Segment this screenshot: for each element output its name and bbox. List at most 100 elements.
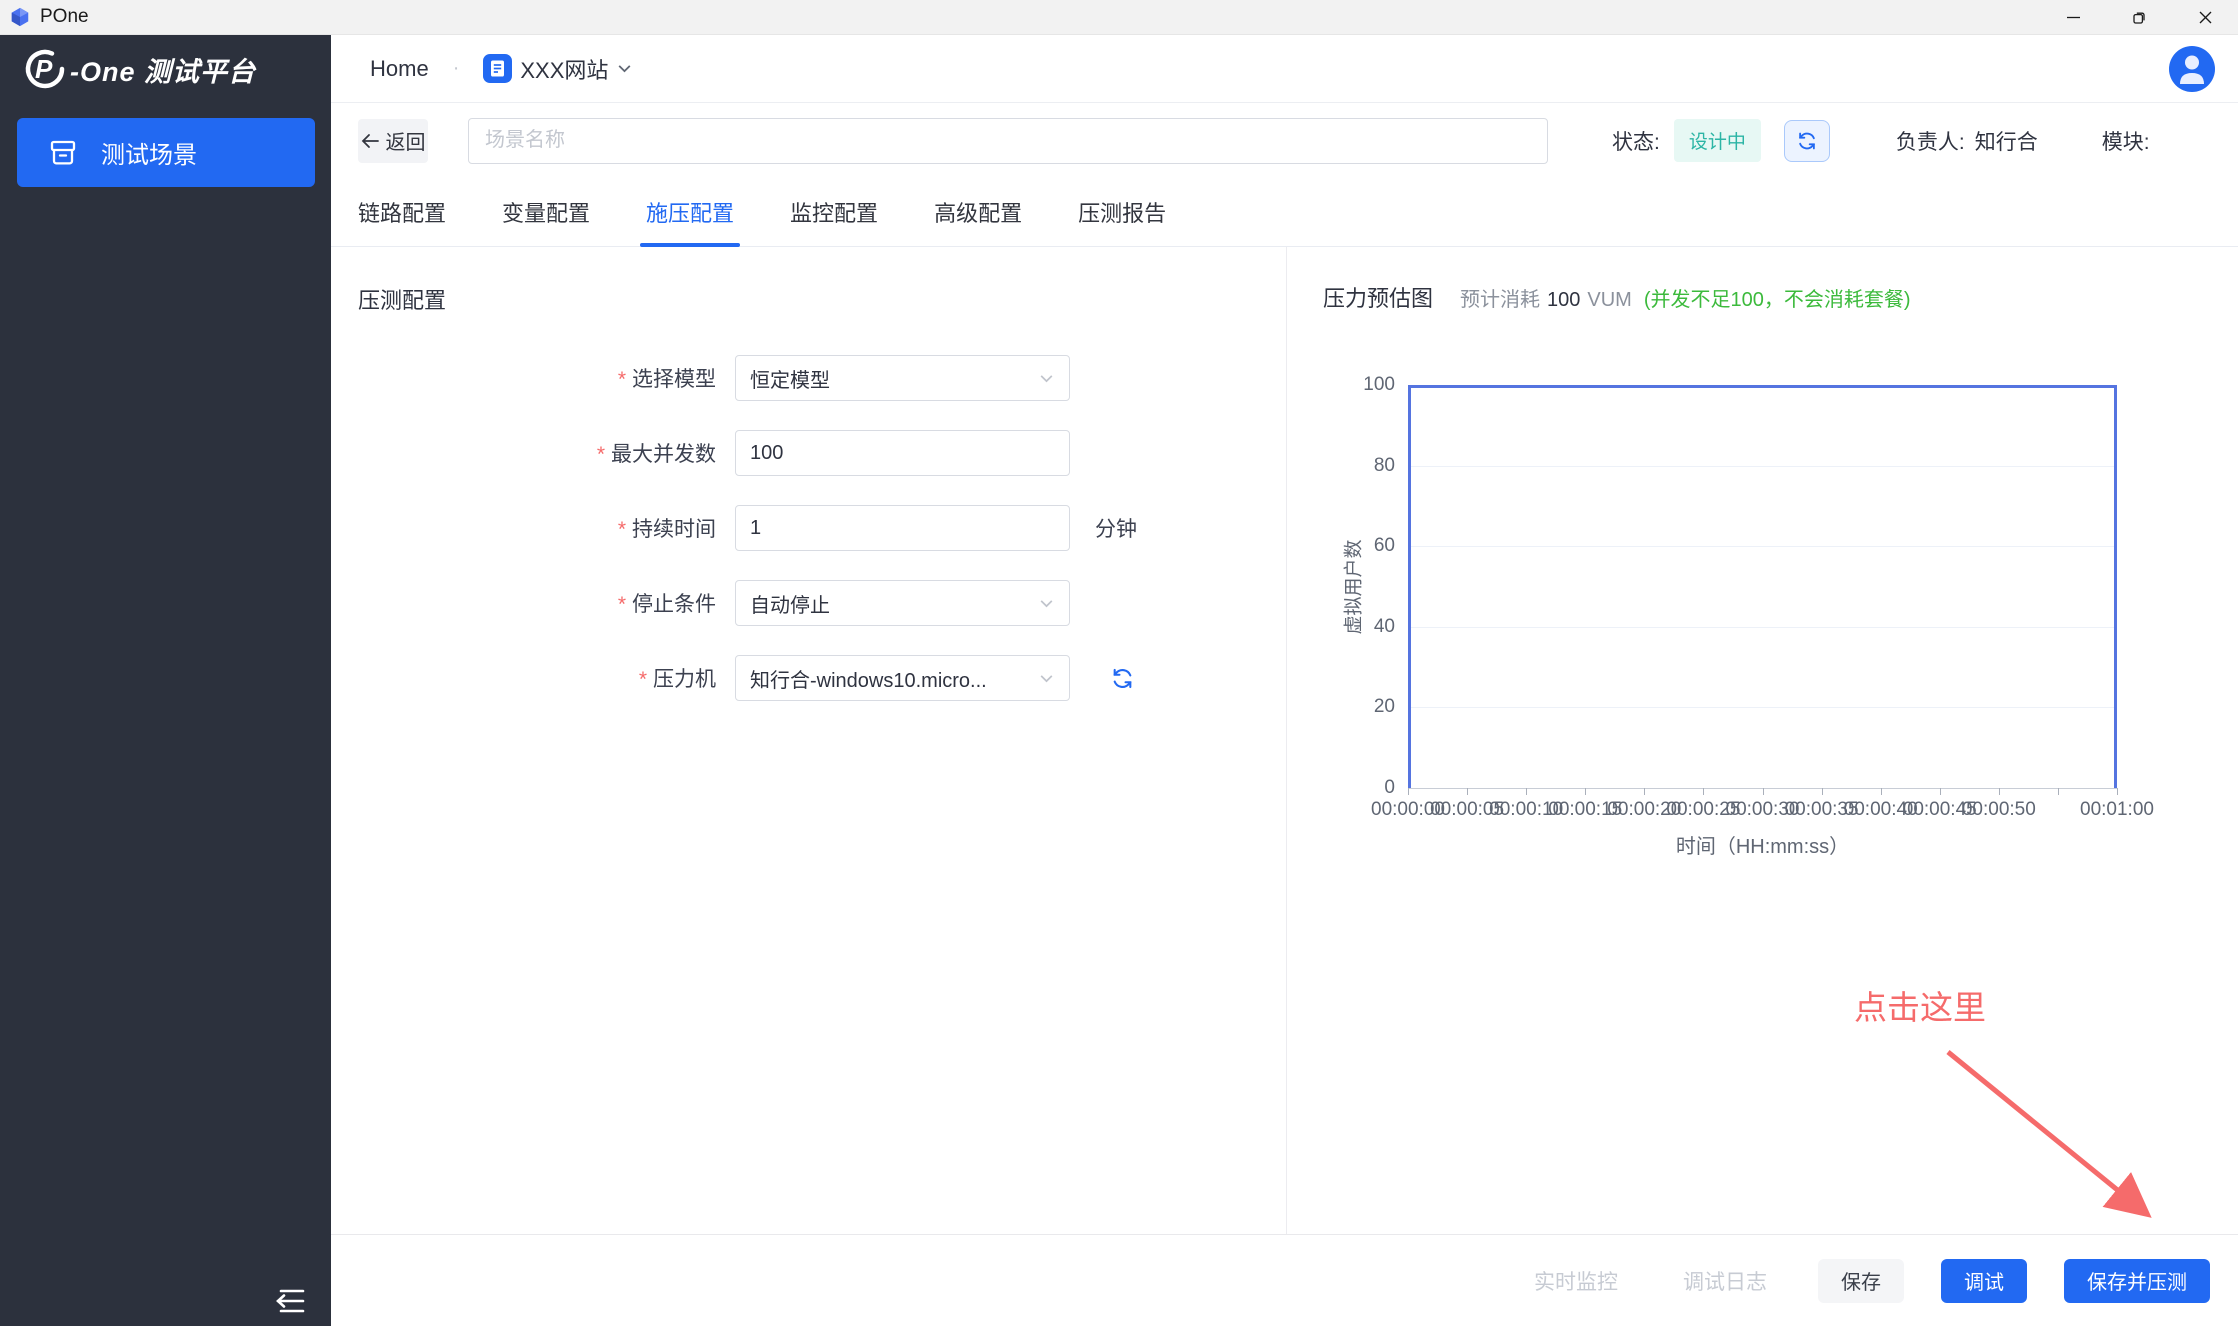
sidebar: P -One 测试平台 测试场景 xyxy=(0,35,331,1326)
breadcrumb-home[interactable]: Home xyxy=(370,56,429,82)
duration-input[interactable] xyxy=(735,505,1070,551)
tab-advanced-config[interactable]: 高级配置 xyxy=(934,178,1022,246)
x-tick-mark xyxy=(1940,788,1941,795)
x-tick-label: 00:01:00 xyxy=(2080,799,2154,821)
required-asterisk: * xyxy=(618,518,626,541)
refresh-icon xyxy=(1796,130,1818,152)
form-row-stop-condition: *停止条件自动停止 xyxy=(358,580,1286,626)
user-avatar[interactable] xyxy=(2169,46,2215,92)
save-and-pressure-test-button[interactable]: 保存并压测 xyxy=(2064,1259,2210,1303)
sidebar-item-test-scenario[interactable]: 测试场景 xyxy=(17,118,315,187)
pressure-config-panel: 压测配置 *选择模型恒定模型 *最大并发数 *持续时间分钟 *停止条件自动停止 *压力机… xyxy=(331,247,1287,1234)
tab-monitor-config[interactable]: 监控配置 xyxy=(790,178,878,246)
x-tick-mark xyxy=(1763,788,1764,795)
breadcrumb-project[interactable]: XXX网站 xyxy=(483,53,633,85)
x-tick-mark xyxy=(1999,788,2000,795)
y-tick-label-60: 60 xyxy=(1374,535,1395,557)
x-tick-mark xyxy=(1703,788,1704,795)
estimate-value: 100 xyxy=(1547,289,1580,312)
logo-text: -One 测试平台 xyxy=(70,50,256,89)
debug-log-button[interactable]: 调试日志 xyxy=(1669,1259,1781,1303)
scene-name-input[interactable] xyxy=(468,118,1548,164)
estimate-unit: VUM xyxy=(1587,289,1631,312)
restore-button[interactable] xyxy=(2106,0,2172,34)
y-tick-label-40: 40 xyxy=(1374,616,1395,638)
form-row-model: *选择模型恒定模型 xyxy=(358,355,1286,401)
model-select[interactable]: 恒定模型 xyxy=(735,355,1070,401)
save-button[interactable]: 保存 xyxy=(1818,1259,1904,1303)
x-axis-title: 时间（HH:mm:ss） xyxy=(1408,830,2117,859)
load-generator-value: 知行合-windows10.micro... xyxy=(750,664,1038,693)
required-asterisk: * xyxy=(639,668,647,691)
x-tick-mark xyxy=(1822,788,1823,795)
scenario-doc-icon xyxy=(483,54,512,83)
debug-button[interactable]: 调试 xyxy=(1941,1259,2027,1303)
x-tick-mark xyxy=(1644,788,1645,795)
back-button[interactable]: 返回 xyxy=(358,119,428,163)
x-tick-mark xyxy=(1408,788,1409,795)
page-header: Home · XXX网站 xyxy=(331,35,2238,103)
load-generator-select[interactable]: 知行合-windows10.micro... xyxy=(735,655,1070,701)
owner-label: 负责人: xyxy=(1896,126,1965,156)
app-cube-icon xyxy=(9,6,31,28)
field-label-duration: *持续时间 xyxy=(358,513,716,543)
tab-variable-config[interactable]: 变量配置 xyxy=(502,178,590,246)
tabs: 链路配置变量配置施压配置监控配置高级配置压测报告 xyxy=(331,178,2238,247)
plot-area: 虚拟用户数 时间（HH:mm:ss） 02040608010000:00:000… xyxy=(1408,385,2117,789)
window-title: POne xyxy=(40,6,89,28)
tab-report[interactable]: 压测报告 xyxy=(1078,178,1166,246)
sidebar-item-label: 测试场景 xyxy=(101,135,197,170)
back-arrow-icon xyxy=(361,133,379,149)
logo-p-letter: P xyxy=(35,54,52,85)
x-tick-mark xyxy=(1881,788,1882,795)
back-button-label: 返回 xyxy=(386,126,426,155)
y-tick-label-0: 0 xyxy=(1384,777,1395,799)
minimize-button[interactable] xyxy=(2040,0,2106,34)
estimate-note: (并发不足100，不会消耗套餐) xyxy=(1644,283,1911,312)
y-axis-title: 虚拟用户数 xyxy=(1339,539,1366,634)
x-tick-mark xyxy=(1526,788,1527,795)
x-tick-mark xyxy=(2117,788,2118,795)
click-here-annotation: 点击这里 xyxy=(1854,981,1986,1029)
constant-load-series-line xyxy=(1408,385,2117,788)
app-logo: P -One 测试平台 xyxy=(0,35,331,103)
chevron-down-icon xyxy=(1038,595,1055,612)
tab-pressure-config[interactable]: 施压配置 xyxy=(646,178,734,246)
max-concurrency-input[interactable] xyxy=(735,430,1070,476)
chart-title: 压力预估图 xyxy=(1323,281,1433,313)
realtime-monitor-button[interactable]: 实时监控 xyxy=(1520,1259,1632,1303)
x-tick-label: 00:00:50 xyxy=(1962,799,2036,821)
field-label-stop-condition: *停止条件 xyxy=(358,588,716,618)
estimate-label: 预计消耗 xyxy=(1460,283,1540,312)
os-titlebar: POne xyxy=(0,0,2238,35)
stop-condition-select[interactable]: 自动停止 xyxy=(735,580,1070,626)
y-tick-label-80: 80 xyxy=(1374,455,1395,477)
form-row-duration: *持续时间分钟 xyxy=(358,505,1286,551)
field-label-max-concurrency: *最大并发数 xyxy=(358,438,716,468)
collapse-sidebar-icon[interactable] xyxy=(273,1286,307,1316)
section-title: 压测配置 xyxy=(358,283,1286,315)
status-label: 状态: xyxy=(1612,126,1660,156)
form-row-load-generator: *压力机知行合-windows10.micro... xyxy=(358,655,1286,701)
load-generator-refresh-icon[interactable] xyxy=(1110,666,1135,691)
window-controls xyxy=(2040,0,2238,34)
form-row-max-concurrency: *最大并发数 xyxy=(358,430,1286,476)
chevron-down-icon[interactable] xyxy=(616,60,633,77)
logo-p-icon: P xyxy=(22,46,68,92)
project-name: XXX网站 xyxy=(520,53,608,85)
x-tick-mark xyxy=(1467,788,1468,795)
owner-value: 知行合 xyxy=(1975,126,2038,156)
x-tick-mark xyxy=(2058,788,2059,795)
sidebar-menu: 测试场景 xyxy=(0,103,331,187)
close-button[interactable] xyxy=(2172,0,2238,34)
x-tick-mark xyxy=(1585,788,1586,795)
action-footer: 实时监控调试日志保存调试保存并压测 xyxy=(331,1234,2238,1326)
field-label-model: *选择模型 xyxy=(358,363,716,393)
scenario-box-icon xyxy=(48,138,78,168)
main-panel: Home · XXX网站 返回 状态: 设计中 负责人: 知行合 xyxy=(331,35,2238,1326)
required-asterisk: * xyxy=(597,443,605,466)
tab-link-config[interactable]: 链路配置 xyxy=(358,178,446,246)
content: 压测配置 *选择模型恒定模型 *最大并发数 *持续时间分钟 *停止条件自动停止 *压力机… xyxy=(331,247,2238,1234)
status-refresh-button[interactable] xyxy=(1784,120,1830,162)
required-asterisk: * xyxy=(618,368,626,391)
